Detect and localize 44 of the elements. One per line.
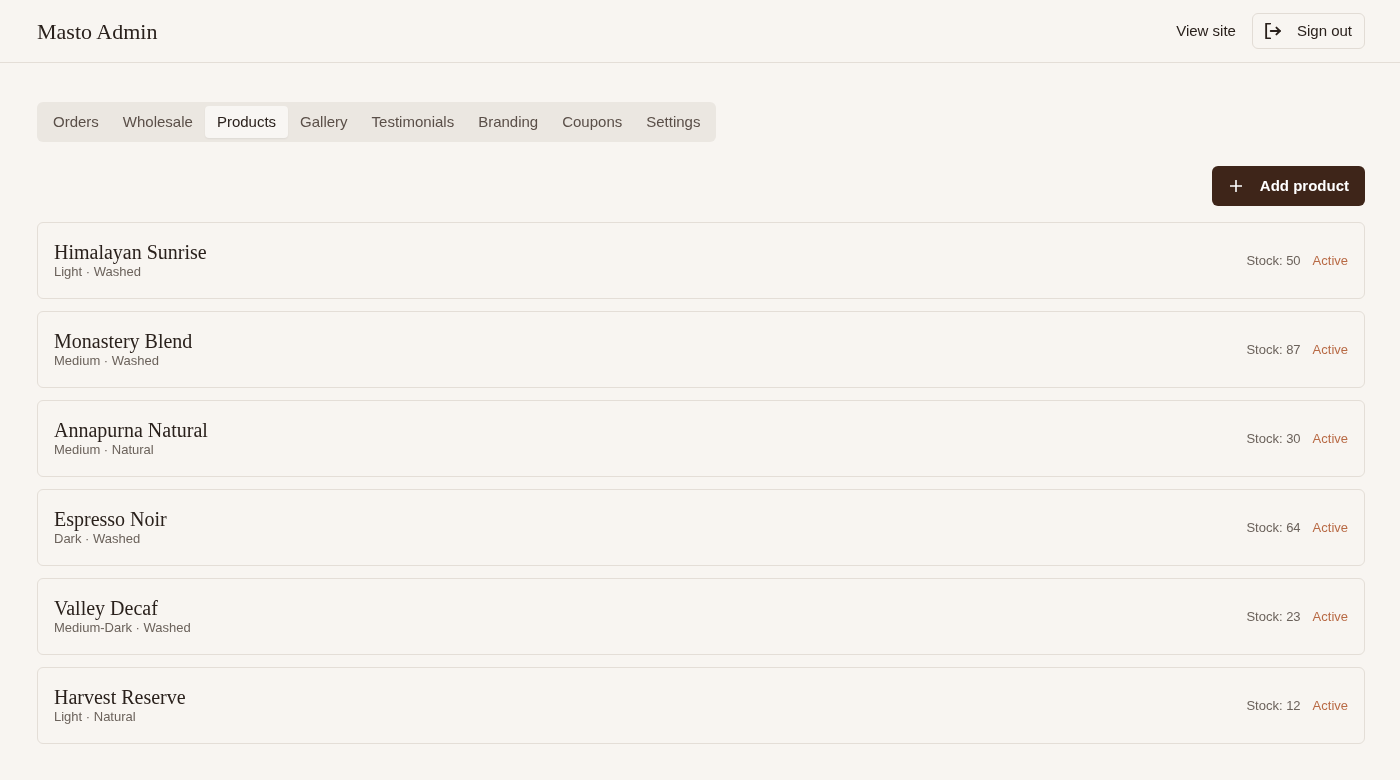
nav-tab[interactable]: Gallery xyxy=(288,106,360,138)
stock-count: Stock: 30 xyxy=(1246,429,1301,448)
product-details: Medium · Natural xyxy=(54,442,155,459)
stock-count: Stock: 12 xyxy=(1246,696,1301,715)
product-name: Valley Decaf xyxy=(54,596,159,621)
product-name: Harvest Reserve xyxy=(54,685,186,710)
status-label: Active xyxy=(1312,607,1348,626)
product-row[interactable]: Harvest Reserve Light · Natural Stock: 12 Active xyxy=(37,667,1365,744)
product-name: Monastery Blend xyxy=(54,329,193,354)
product-name: Annapurna Natural xyxy=(54,418,208,443)
add-product-button[interactable]: Add product xyxy=(1211,166,1365,206)
app-logo: Masto Admin xyxy=(37,17,158,46)
stock-count: Stock: 23 xyxy=(1246,607,1301,626)
nav-tab[interactable]: Testimonials xyxy=(359,106,467,138)
view-site-link[interactable]: View site xyxy=(1176,19,1236,43)
sign-out-button[interactable]: Sign out xyxy=(1251,13,1365,49)
product-details: Light · Natural xyxy=(54,709,137,726)
nav-tab[interactable]: Coupons xyxy=(550,106,635,138)
nav-tab[interactable]: Wholesale xyxy=(110,106,205,138)
product-details: Dark · Washed xyxy=(54,531,142,548)
plus-icon xyxy=(1229,180,1242,192)
sign-out-icon xyxy=(1264,23,1281,39)
stock-count: Stock: 87 xyxy=(1246,340,1301,359)
nav-tab[interactable]: Settings xyxy=(634,106,713,138)
status-label: Active xyxy=(1312,251,1348,270)
product-details: Light · Washed xyxy=(54,264,142,281)
status-label: Active xyxy=(1312,696,1348,715)
status-label: Active xyxy=(1312,518,1348,537)
product-name: Espresso Noir xyxy=(54,507,167,532)
product-row[interactable]: Himalayan Sunrise Light · Washed Stock: 50 Active xyxy=(37,222,1365,299)
nav-tab[interactable]: Products xyxy=(204,106,289,138)
product-row[interactable]: Annapurna Natural Medium · Natural Stock: 30 Active xyxy=(37,400,1365,477)
status-label: Active xyxy=(1312,340,1348,359)
product-details: Medium · Washed xyxy=(54,353,160,370)
product-details: Medium-Dark · Washed xyxy=(54,620,191,637)
stock-count: Stock: 50 xyxy=(1246,251,1301,270)
product-row[interactable]: Monastery Blend Medium · Washed Stock: 87 Active xyxy=(37,311,1365,388)
product-name: Himalayan Sunrise xyxy=(54,240,207,265)
status-label: Active xyxy=(1312,429,1348,448)
stock-count: Stock: 64 xyxy=(1246,518,1301,537)
nav-tab[interactable]: Branding xyxy=(466,106,551,138)
nav-tab[interactable]: Orders xyxy=(41,106,111,138)
product-row[interactable]: Valley Decaf Medium-Dark · Washed Stock: 23 Active xyxy=(37,578,1365,655)
product-row[interactable]: Espresso Noir Dark · Washed Stock: 64 Active xyxy=(37,489,1365,566)
